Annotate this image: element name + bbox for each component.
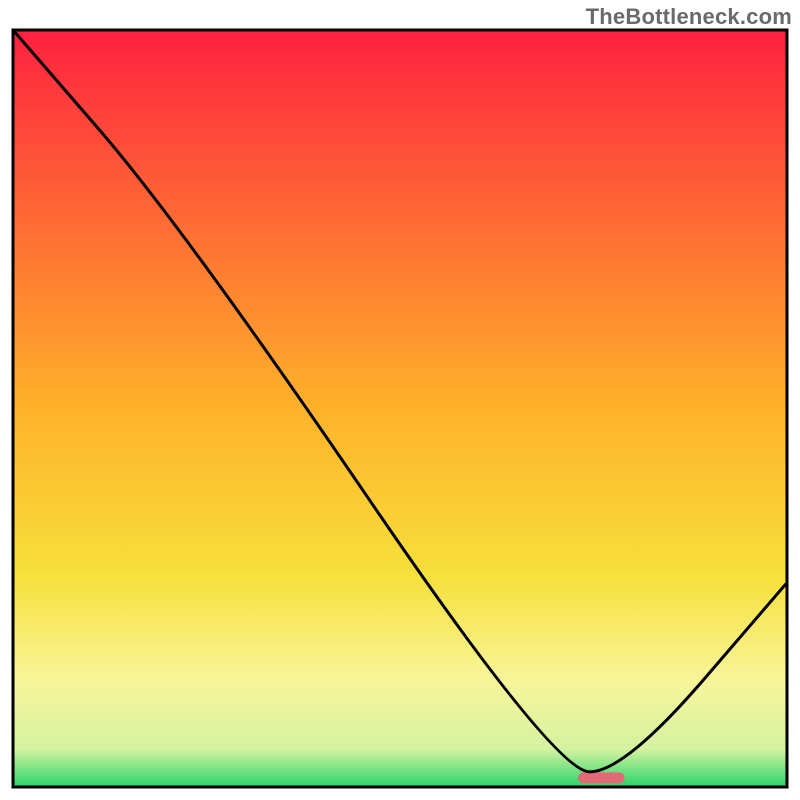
optimal-marker [578, 772, 624, 783]
gradient-background [13, 30, 787, 787]
watermark-text: TheBottleneck.com [586, 4, 792, 30]
chart-container: TheBottleneck.com [0, 0, 800, 800]
bottleneck-chart [0, 0, 800, 800]
